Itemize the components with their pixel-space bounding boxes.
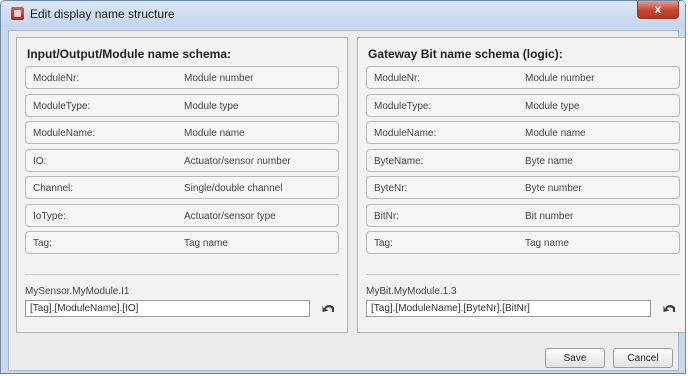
- placeholder-key: ByteName:: [374, 155, 424, 167]
- placeholder-row-channel[interactable]: Channel: Single/double channel: [25, 176, 339, 199]
- save-button[interactable]: Save: [545, 348, 605, 368]
- divider: [366, 274, 680, 275]
- placeholder-row-bytenr[interactable]: ByteNr: Byte number: [366, 176, 680, 199]
- divider: [25, 274, 339, 275]
- placeholder-key: Tag:: [33, 238, 52, 249]
- io-schema-input[interactable]: [25, 300, 310, 317]
- placeholder-key: ModuleNr:: [374, 73, 421, 84]
- placeholder-row-modulename[interactable]: ModuleName: Module name: [366, 121, 680, 144]
- placeholder-row-modulename[interactable]: ModuleName: Module name: [25, 121, 339, 144]
- placeholder-description: Single/double channel: [184, 183, 283, 194]
- title-bar[interactable]: Edit display name structure x: [1, 1, 685, 27]
- placeholder-row-moduletype[interactable]: ModuleType: Module type: [25, 93, 339, 117]
- placeholder-description: Actuator/sensor type: [184, 210, 276, 222]
- close-button[interactable]: x: [637, 1, 679, 19]
- placeholder-description: Actuator/sensor number: [184, 155, 291, 167]
- placeholder-row-modulenr[interactable]: ModuleNr: Module number: [25, 66, 339, 89]
- placeholder-key: ModuleType:: [33, 100, 91, 112]
- dialog-body: Input/Output/Module name schema: ModuleN…: [8, 30, 685, 371]
- placeholder-key: IoType:: [33, 210, 66, 222]
- placeholder-row-moduletype[interactable]: ModuleType: Module type: [366, 93, 680, 117]
- example-preview: MySensor.MyModule.I1: [25, 286, 130, 297]
- window-title: Edit display name structure: [30, 7, 175, 21]
- placeholder-row-tag[interactable]: Tag: Tag name: [366, 231, 680, 254]
- placeholder-row-modulenr[interactable]: ModuleNr: Module number: [366, 66, 680, 89]
- cancel-button[interactable]: Cancel: [613, 348, 673, 368]
- placeholder-row-bytename[interactable]: ByteName: Byte name: [366, 148, 680, 172]
- placeholder-key: ModuleType:: [374, 100, 432, 112]
- placeholder-description: Module number: [184, 73, 254, 84]
- placeholder-row-tag[interactable]: Tag: Tag name: [25, 231, 339, 254]
- placeholder-description: Byte name: [525, 155, 573, 167]
- placeholder-description: Module type: [184, 100, 239, 112]
- placeholder-description: Byte number: [525, 183, 582, 194]
- dialog-window: Edit display name structure x Input/Outp…: [0, 0, 686, 374]
- placeholder-description: Module number: [525, 73, 595, 84]
- placeholder-description: Tag name: [184, 238, 228, 249]
- placeholder-key: Tag:: [374, 238, 393, 249]
- placeholder-description: Module type: [525, 100, 580, 112]
- placeholder-row-bitnr[interactable]: BitNr: Bit number: [366, 203, 680, 227]
- undo-icon[interactable]: [321, 300, 337, 316]
- placeholder-key: BitNr:: [374, 210, 399, 222]
- panel-title: Input/Output/Module name schema:: [27, 47, 232, 61]
- placeholder-description: Module name: [525, 128, 586, 139]
- example-preview: MyBit.MyModule.1.3: [366, 286, 457, 297]
- io-module-schema-panel: Input/Output/Module name schema: ModuleN…: [16, 37, 348, 333]
- placeholder-description: Module name: [184, 128, 245, 139]
- placeholder-row-io[interactable]: IO: Actuator/sensor number: [25, 148, 339, 172]
- placeholder-key: ModuleName:: [374, 128, 437, 139]
- placeholder-description: Tag name: [525, 238, 569, 249]
- gateway-bit-schema-input[interactable]: [366, 300, 651, 317]
- placeholder-row-iotype[interactable]: IoType: Actuator/sensor type: [25, 203, 339, 227]
- placeholder-key: Channel:: [33, 183, 74, 194]
- placeholder-key: ByteNr:: [374, 183, 408, 194]
- placeholder-key: ModuleNr:: [33, 73, 80, 84]
- gateway-bit-schema-panel: Gateway Bit name schema (logic): ModuleN…: [357, 37, 685, 333]
- placeholder-key: IO:: [33, 155, 47, 167]
- placeholder-description: Bit number: [525, 210, 574, 222]
- placeholder-key: ModuleName:: [33, 128, 96, 139]
- app-icon: [11, 7, 24, 20]
- undo-icon[interactable]: [662, 300, 678, 316]
- panel-title: Gateway Bit name schema (logic):: [368, 47, 563, 61]
